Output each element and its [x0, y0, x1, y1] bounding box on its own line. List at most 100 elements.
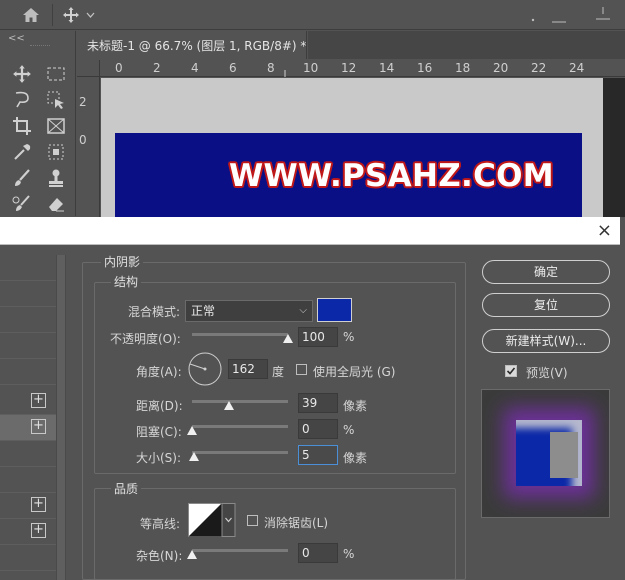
minimize-line-icon[interactable]	[552, 12, 566, 23]
document-tab[interactable]: 未标题-1 @ 66.7% (图层 1, RGB/8#) * ×	[77, 31, 324, 59]
global-light-label: 使用全局光 (G)	[313, 365, 396, 379]
add-effect-button[interactable]: +	[31, 393, 46, 408]
style-list-item[interactable]	[0, 545, 56, 571]
style-list-item[interactable]	[0, 359, 56, 385]
style-list-item[interactable]	[0, 333, 56, 359]
crop-tool-icon[interactable]	[10, 115, 34, 137]
noise-input[interactable]: 0	[298, 543, 338, 563]
panel-grip[interactable]	[30, 45, 50, 48]
global-light-checkbox[interactable]	[296, 364, 307, 375]
document-tab-title: 未标题-1 @ 66.7% (图层 1, RGB/8#) *	[87, 38, 307, 53]
effect-preview-thumbnail	[481, 389, 610, 518]
style-list-item[interactable]	[0, 307, 56, 333]
ruler-origin[interactable]	[77, 60, 100, 77]
new-style-button[interactable]: 新建样式(W)...	[482, 329, 610, 353]
marquee-tool-icon[interactable]	[44, 63, 68, 85]
noise-unit: %	[343, 547, 355, 561]
opacity-label: 不透明度(O):	[110, 332, 181, 346]
ok-button[interactable]: 确定	[482, 260, 610, 284]
opacity-slider-knob[interactable]	[283, 334, 293, 343]
workspace-dot-icon[interactable]	[530, 12, 540, 22]
object-select-tool-icon[interactable]	[44, 89, 68, 111]
angle-dial-icon[interactable]	[187, 351, 223, 387]
move-tool-preset-button[interactable]	[62, 5, 102, 25]
eyedropper-tool-icon[interactable]	[10, 141, 34, 163]
angle-label: 角度(A):	[136, 365, 182, 379]
contour-label: 等高线:	[140, 517, 181, 531]
add-effect-button[interactable]: +	[31, 497, 46, 512]
ruler-tick-label: 2	[79, 95, 87, 109]
angle-unit: 度	[272, 365, 285, 379]
preview-checkbox[interactable]	[505, 365, 517, 377]
panel-menu-icon[interactable]	[596, 4, 610, 22]
ruler-ticks	[284, 70, 286, 77]
vertical-ruler[interactable]: 2 0	[77, 77, 100, 217]
choke-input[interactable]: 0	[298, 419, 338, 439]
style-list-item[interactable]: +	[0, 493, 56, 519]
chevron-down-icon: ⌵	[299, 305, 307, 316]
antialias-label: 消除锯齿(L)	[264, 516, 329, 530]
size-slider-track[interactable]	[192, 451, 288, 454]
style-list-item[interactable]	[0, 281, 56, 307]
canvas-text-layer: WWW.PSAHZ.COM	[229, 158, 554, 194]
move-icon	[63, 7, 79, 23]
blend-mode-select[interactable]: 正常 ⌵	[185, 300, 313, 322]
style-list-item[interactable]	[0, 255, 56, 281]
angle-input[interactable]: 162	[228, 359, 268, 379]
size-input[interactable]: 5	[298, 445, 338, 465]
structure-title: 结构	[111, 273, 142, 290]
blend-mode-label: 混合模式:	[128, 305, 181, 319]
ruler-tick-label: 0	[79, 133, 87, 147]
add-effect-button[interactable]: +	[31, 523, 46, 538]
chevron-down-icon	[86, 12, 95, 18]
frame-tool-icon[interactable]	[44, 115, 68, 137]
blend-mode-value: 正常	[191, 304, 216, 318]
choke-slider-knob[interactable]	[187, 426, 197, 435]
choke-slider-track[interactable]	[192, 425, 288, 428]
size-slider-knob[interactable]	[188, 452, 199, 461]
toolbar-divider	[52, 4, 53, 26]
checkmark-icon	[506, 367, 516, 375]
style-list-item-selected[interactable]: +	[0, 415, 56, 441]
healing-brush-tool-icon[interactable]	[44, 141, 68, 163]
stamp-tool-icon[interactable]	[44, 167, 68, 189]
shadow-color-swatch[interactable]	[317, 298, 352, 322]
eraser-tool-icon[interactable]	[44, 193, 68, 215]
size-unit: 像素	[343, 451, 368, 465]
distance-slider-knob[interactable]	[224, 401, 235, 410]
history-brush-tool-icon[interactable]	[10, 193, 34, 215]
preview-highlight	[550, 432, 578, 478]
contour-picker[interactable]	[188, 503, 236, 537]
preview-label: 预览(V)	[526, 366, 568, 380]
home-button[interactable]	[14, 5, 48, 25]
move-tool-icon[interactable]	[10, 63, 34, 85]
opacity-unit: %	[343, 330, 355, 344]
antialias-checkbox[interactable]	[247, 515, 258, 526]
dialog-close-button[interactable]: ×	[597, 220, 612, 241]
section-title: 内阴影	[101, 253, 144, 270]
lasso-tool-icon[interactable]	[10, 89, 34, 111]
collapse-panel-button[interactable]: <<	[8, 33, 25, 44]
style-list-item[interactable]	[0, 441, 56, 467]
style-list: + + + +	[0, 245, 56, 580]
distance-input[interactable]: 39	[298, 393, 338, 413]
style-list-item[interactable]: +	[0, 519, 56, 545]
opacity-input[interactable]: 100	[298, 327, 338, 347]
options-bar	[0, 0, 625, 30]
add-effect-button[interactable]: +	[31, 419, 46, 434]
scrollbar-thumb[interactable]	[57, 255, 65, 580]
distance-label: 距离(D):	[136, 399, 183, 413]
distance-slider-track[interactable]	[192, 400, 288, 403]
style-list-item[interactable]	[0, 467, 56, 493]
brush-tool-icon[interactable]	[10, 167, 34, 189]
reset-button[interactable]: 复位	[482, 293, 610, 317]
style-list-scrollbar[interactable]	[56, 255, 66, 580]
noise-slider-knob[interactable]	[187, 550, 197, 559]
distance-unit: 像素	[343, 399, 368, 413]
style-list-item[interactable]: +	[0, 389, 56, 415]
choke-unit: %	[343, 423, 355, 437]
horizontal-ruler[interactable]: 0 2 4 6 8 10 12 14 16 18 20 22 24	[100, 60, 625, 77]
opacity-slider-track[interactable]	[192, 333, 288, 336]
choke-label: 阻塞(C):	[136, 425, 182, 439]
noise-slider-track[interactable]	[192, 549, 288, 552]
